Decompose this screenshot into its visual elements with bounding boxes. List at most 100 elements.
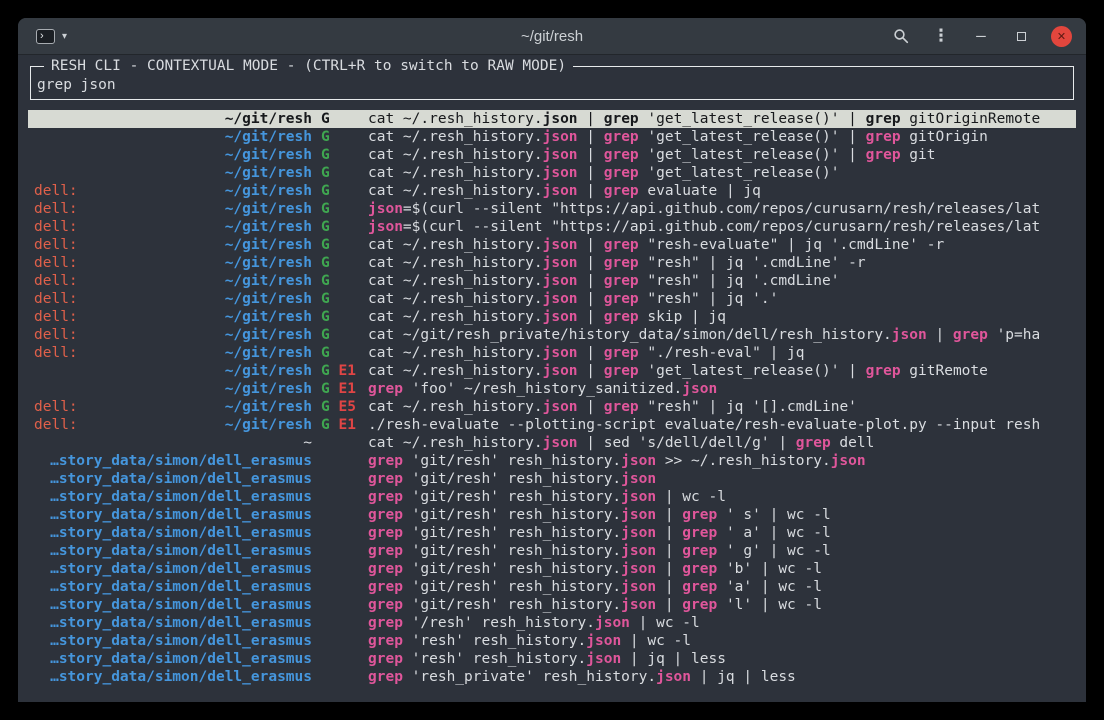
history-row[interactable]: ~/git/reshGcat ~/.resh_history.json | gr… <box>28 146 1076 164</box>
row-directory: ~/git/resh <box>225 128 312 146</box>
row-directory: ~/git/resh <box>225 326 312 344</box>
row-directory: …story_data/simon/dell_erasmus <box>50 614 312 632</box>
history-row[interactable]: …story_data/simon/dell_erasmusgrep 'git/… <box>28 488 1076 506</box>
new-terminal-button[interactable]: ▾ <box>32 27 71 46</box>
row-host: dell: <box>34 326 78 344</box>
row-flags: G <box>312 236 360 254</box>
row-directory: …story_data/simon/dell_erasmus <box>50 452 312 470</box>
row-flags <box>312 434 360 452</box>
history-row[interactable]: …story_data/simon/dell_erasmusgrep '/res… <box>28 614 1076 632</box>
search-query-input[interactable]: grep json <box>37 76 1067 94</box>
history-row[interactable]: dell:~/git/reshG E1./resh-evaluate --plo… <box>28 416 1076 434</box>
history-row[interactable]: ~/git/reshGcat ~/.resh_history.json | gr… <box>28 110 1076 128</box>
history-row[interactable]: dell:~/git/reshGcat ~/.resh_history.json… <box>28 308 1076 326</box>
history-row[interactable]: …story_data/simon/dell_erasmus grep 'resh… <box>28 650 1076 668</box>
history-row[interactable]: …story_data/simon/dell_erasmusgrep 'git/… <box>28 578 1076 596</box>
flag-G: G <box>321 183 330 199</box>
row-directory: …story_data/simon/dell_erasmus <box>50 542 312 560</box>
history-row[interactable]: dell:~/git/reshGcat ~/.resh_history.json… <box>28 236 1076 254</box>
history-row[interactable]: …story_data/simon/dell_erasmusgrep 'git/… <box>28 452 1076 470</box>
row-flags <box>312 614 360 632</box>
flag-G: G <box>321 237 330 253</box>
row-directory: ~/git/resh <box>225 290 312 308</box>
history-row[interactable]: …story_data/simon/dell_erasmusgrep 'git/… <box>28 506 1076 524</box>
row-command: cat ~/.resh_history.json | grep 'get_lat… <box>360 164 1076 182</box>
row-directory: ~/git/resh <box>225 146 312 164</box>
row-directory: ~ <box>303 434 312 452</box>
row-directory: …story_data/simon/dell_erasmus <box>50 650 312 668</box>
row-directory: ~/git/resh <box>225 344 312 362</box>
history-row[interactable]: …story_data/simon/dell_erasmusgrep 'resh… <box>28 632 1076 650</box>
row-command: cat ~/git/resh_private/history_data/simo… <box>360 326 1076 344</box>
close-button[interactable]: ✕ <box>1051 26 1072 47</box>
row-location: ~/git/resh <box>34 146 312 164</box>
minimize-button[interactable]: – <box>971 26 991 46</box>
row-location: …story_data/simon/dell_erasmus <box>34 452 312 470</box>
row-directory: …story_data/simon/dell_erasmus <box>50 632 312 650</box>
row-location: dell:~/git/resh <box>34 272 312 290</box>
history-row[interactable]: ~ cat ~/.resh_history.json | sed 's/dell/… <box>28 434 1076 452</box>
row-flags: G E1 <box>312 416 360 434</box>
terminal-content: RESH CLI - CONTEXTUAL MODE - (CTRL+R to … <box>18 66 1086 686</box>
history-row[interactable]: ~/git/reshGcat ~/.resh_history.json | gr… <box>28 128 1076 146</box>
close-icon: ✕ <box>1057 31 1066 42</box>
history-row[interactable]: …story_data/simon/dell_erasmusgrep 'git/… <box>28 560 1076 578</box>
history-row[interactable]: ~/git/reshG E1grep 'foo' ~/resh_history_… <box>28 380 1076 398</box>
flag-G: G <box>321 219 330 235</box>
history-row[interactable]: dell:~/git/reshG E5cat ~/.resh_history.j… <box>28 398 1076 416</box>
search-box: RESH CLI - CONTEXTUAL MODE - (CTRL+R to … <box>30 66 1074 100</box>
history-row[interactable]: dell:~/git/reshGcat ~/.resh_history.json… <box>28 290 1076 308</box>
history-row[interactable]: dell: ~/git/resh Gcat ~/git/resh_private/h… <box>28 326 1076 344</box>
row-location: ~/git/resh <box>34 128 312 146</box>
row-host: dell: <box>34 218 78 236</box>
flag-G: G <box>321 363 330 379</box>
flag-G: G <box>321 327 330 343</box>
row-directory: …story_data/simon/dell_erasmus <box>50 488 312 506</box>
row-directory: ~/git/resh <box>225 200 312 218</box>
headerbar-left: ▾ <box>32 27 71 46</box>
flag-G: G <box>321 381 330 397</box>
row-directory: …story_data/simon/dell_erasmus <box>50 560 312 578</box>
row-flags: G E5 <box>312 398 360 416</box>
history-row[interactable]: …story_data/simon/dell_erasmusgrep 'git/… <box>28 596 1076 614</box>
row-host: dell: <box>34 290 78 308</box>
row-flags: G <box>312 218 360 236</box>
row-directory: …story_data/simon/dell_erasmus <box>50 506 312 524</box>
row-command: cat ~/.resh_history.json | sed 's/dell/d… <box>360 434 1076 452</box>
chevron-down-icon: ▾ <box>62 31 67 42</box>
row-directory: ~/git/resh <box>225 182 312 200</box>
row-location: ~ <box>34 434 312 452</box>
history-row[interactable]: ~/git/reshGcat ~/.resh_history.json | gr… <box>28 164 1076 182</box>
row-directory: ~/git/resh <box>225 362 312 380</box>
row-directory: ~/git/resh <box>225 164 312 182</box>
row-directory: ~/git/resh <box>225 110 312 128</box>
row-command: grep 'foo' ~/resh_history_sanitized.json <box>360 380 1076 398</box>
history-row[interactable]: dell:~/git/reshGcat ~/.resh_history.json… <box>28 182 1076 200</box>
row-command: grep 'resh' resh_history.json | jq | les… <box>360 650 1076 668</box>
row-host: dell: <box>34 236 78 254</box>
history-row[interactable]: dell:~/git/reshGcat ~/.resh_history.json… <box>28 272 1076 290</box>
history-row[interactable]: dell:~/git/reshGcat ~/.resh_history.json… <box>28 344 1076 362</box>
terminal-window: ▾ ~/git/resh ⋮ – ✕ RESH CLI - CONTEXTUAL… <box>18 18 1086 702</box>
row-flags <box>312 560 360 578</box>
row-location: dell:~/git/resh <box>34 398 312 416</box>
menu-button[interactable]: ⋮ <box>931 26 951 46</box>
row-command: cat ~/.resh_history.json | grep skip | j… <box>360 308 1076 326</box>
row-directory: ~/git/resh <box>225 398 312 416</box>
row-flags <box>312 452 360 470</box>
history-row[interactable]: …story_data/simon/dell_erasmusgrep 'resh… <box>28 668 1076 686</box>
history-row[interactable]: …story_data/simon/dell_erasmusgrep 'git/… <box>28 542 1076 560</box>
row-location: dell:~/git/resh <box>34 236 312 254</box>
row-command: cat ~/.resh_history.json | grep 'get_lat… <box>360 146 1076 164</box>
search-button[interactable] <box>891 26 911 46</box>
row-flags: G <box>312 290 360 308</box>
history-row[interactable]: …story_data/simon/dell_erasmusgrep 'git/… <box>28 470 1076 488</box>
history-row[interactable]: ~/git/reshG E1cat ~/.resh_history.json |… <box>28 362 1076 380</box>
history-row[interactable]: dell:~/git/reshGcat ~/.resh_history.json… <box>28 254 1076 272</box>
row-host: dell: <box>34 254 78 272</box>
history-row[interactable]: dell:~/git/reshGjson=$(curl --silent "ht… <box>28 200 1076 218</box>
restore-button[interactable] <box>1011 26 1031 46</box>
history-row[interactable]: …story_data/simon/dell_erasmusgrep 'git/… <box>28 524 1076 542</box>
row-directory: ~/git/resh <box>225 416 312 434</box>
history-row[interactable]: dell:~/git/reshGjson=$(curl --silent "ht… <box>28 218 1076 236</box>
